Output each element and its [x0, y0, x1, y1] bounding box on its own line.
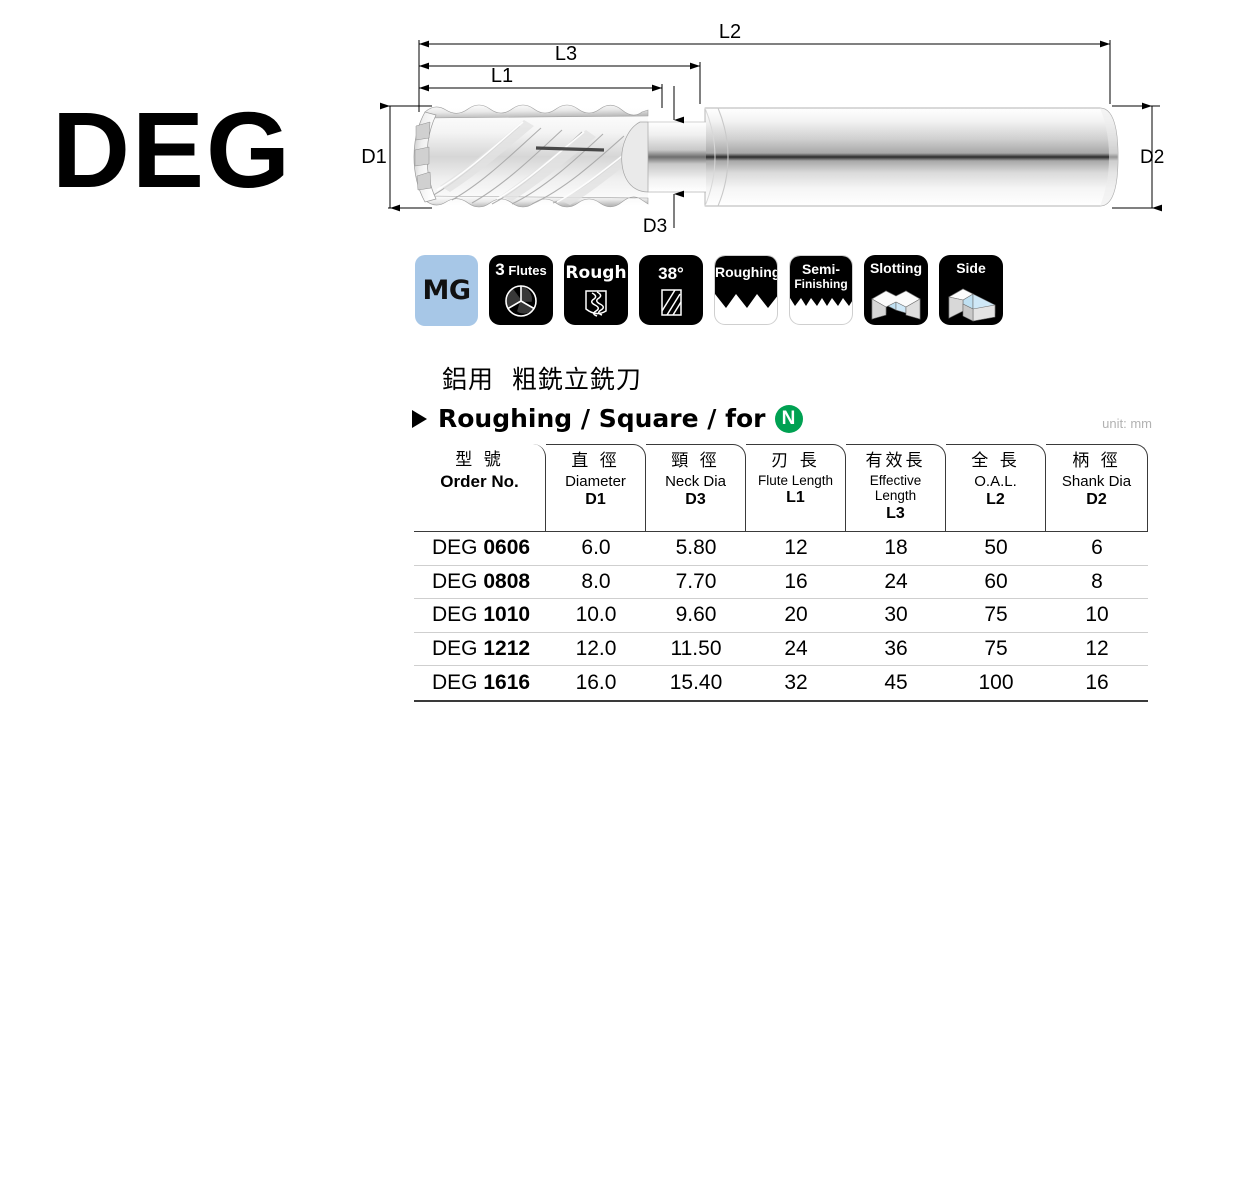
cell-d3: 9.60	[675, 603, 717, 627]
order-no-code: 0808	[483, 569, 531, 593]
cell-order-no: DEG 1010	[414, 603, 546, 627]
cell-d3: 11.50	[670, 636, 722, 660]
cell-l1: 16	[784, 569, 808, 593]
badge-roughing-label: Roughing	[715, 264, 778, 280]
feature-badge-row: MG 3 Flutes Rough 38° Roughing Semi- Fin…	[415, 255, 1003, 326]
dimension-label-d2: D2	[1140, 147, 1164, 168]
cell-l2: 60	[984, 569, 1008, 593]
unit-note: unit: mm	[1102, 416, 1152, 431]
column-header-flute-length: 刃 長 Flute Length L1	[746, 444, 846, 531]
cell-l2: 75	[984, 603, 1008, 627]
badge-3-flutes: 3 Flutes	[489, 255, 553, 325]
cell-l1: 12	[784, 536, 808, 560]
cell-d3: 7.70	[675, 569, 717, 593]
cell-d3: 15.40	[669, 670, 723, 694]
cell-d2: 10	[1085, 603, 1109, 627]
cell-l1: 32	[784, 670, 808, 694]
badge-rough: Rough	[564, 255, 628, 325]
cell-d1: 16.0	[575, 670, 617, 694]
cell-l3: 18	[884, 536, 908, 560]
order-no-prefix: DEG	[432, 636, 484, 660]
badge-side: Side	[939, 255, 1003, 325]
badge-semi-finishing: Semi- Finishing	[789, 255, 853, 325]
badge-semi-finishing-label: Semi- Finishing	[794, 261, 848, 292]
cell-l1: 20	[784, 603, 808, 627]
dimension-label-l3: L3	[555, 43, 577, 65]
order-no-code: 1212	[483, 636, 531, 660]
cell-l3: 30	[884, 603, 908, 627]
order-no-prefix: DEG	[432, 536, 484, 560]
table-body: DEG 0606 6.0 5.80 12 18 50 6 DEG 0808 8.0 7.70 16 2…	[414, 532, 1148, 700]
cell-order-no: DEG 0606	[414, 536, 546, 560]
table-row: DEG 1212 12.0 11.50 24 36 75 12	[414, 633, 1148, 667]
badge-helix-angle: 38°	[639, 255, 703, 325]
badge-slotting: Slotting	[864, 255, 928, 325]
cell-order-no: DEG 1616	[414, 671, 546, 695]
cell-d3: 5.80	[675, 536, 717, 560]
cell-d2: 8	[1091, 569, 1103, 593]
three-flutes-icon	[505, 284, 537, 317]
cell-l3: 24	[884, 569, 908, 593]
cell-d1: 12.0	[575, 636, 617, 660]
badge-mg-label: MG	[422, 275, 471, 306]
column-header-shank-dia: 柄 徑 Shank Dia D2	[1046, 444, 1148, 531]
column-header-diameter: 直 徑 Diameter D1	[546, 444, 646, 531]
cell-l2: 50	[984, 536, 1008, 560]
triangle-bullet-icon	[412, 409, 427, 428]
order-no-code: 1616	[483, 670, 531, 694]
order-no-prefix: DEG	[432, 569, 484, 593]
badge-roughing: Roughing	[714, 255, 778, 325]
cell-order-no: DEG 1212	[414, 637, 546, 661]
product-illustration: DEG L2 L3 L1 D1 D2 D3	[0, 0, 1242, 238]
cell-order-no: DEG 0808	[414, 570, 546, 594]
product-title-english: Roughing / Square / for	[438, 404, 766, 433]
table-row: DEG 0808 8.0 7.70 16 24 60 8	[414, 566, 1148, 600]
cell-l2: 75	[984, 636, 1008, 660]
table-header-row: 型 號 Order No. 直 徑 Diameter D1 頸 徑 Neck D…	[414, 444, 1148, 531]
dimension-label-d1: D1	[361, 146, 387, 168]
dimension-label-l1: L1	[491, 65, 513, 87]
column-header-neck-dia: 頸 徑 Neck Dia D3	[646, 444, 746, 531]
badge-mg: MG	[415, 255, 478, 326]
material-group-badge: N	[774, 404, 803, 433]
cell-d1: 6.0	[581, 536, 611, 560]
cell-d2: 12	[1085, 636, 1109, 660]
cell-d2: 6	[1091, 536, 1103, 560]
table-row: DEG 1616 16.0 15.40 32 45 100 16	[414, 666, 1148, 700]
column-header-effective-length: 有效長 Effective Length L3	[846, 444, 946, 531]
table-row: DEG 0606 6.0 5.80 12 18 50 6	[414, 532, 1148, 566]
order-no-prefix: DEG	[432, 603, 484, 627]
product-title-block: 鋁用 粗銑立銑刀 Roughing / Square / for N unit:…	[412, 360, 1152, 433]
order-no-code: 0606	[483, 536, 531, 560]
order-no-code: 1010	[483, 603, 531, 627]
cell-d1: 8.0	[581, 569, 611, 593]
slotting-block-icon	[871, 290, 921, 320]
dimension-label-d3: D3	[643, 216, 667, 237]
cell-d1: 10.0	[575, 603, 617, 627]
cell-l3: 45	[884, 670, 908, 694]
cell-l2: 100	[978, 670, 1014, 694]
cell-l1: 24	[784, 636, 808, 660]
side-step-block-icon	[948, 288, 996, 322]
specification-table: 型 號 Order No. 直 徑 Diameter D1 頸 徑 Neck D…	[414, 444, 1148, 702]
table-bottom-rule	[414, 699, 1148, 702]
table-row: DEG 1010 10.0 9.60 20 30 75 10	[414, 599, 1148, 633]
cell-l3: 36	[884, 636, 908, 660]
end-mill-technical-drawing: L2 L3 L1 D1 D2 D3	[361, 21, 1164, 237]
column-header-order-no: 型 號 Order No.	[414, 444, 546, 531]
dimension-label-l2: L2	[719, 21, 741, 43]
helix-angle-icon	[661, 289, 682, 316]
cell-d2: 16	[1085, 670, 1109, 694]
column-header-oal: 全 長 O.A.L. L2	[946, 444, 1046, 531]
order-no-prefix: DEG	[432, 670, 484, 694]
serrated-flute-icon	[585, 290, 607, 317]
product-title-chinese: 鋁用 粗銑立銑刀	[442, 365, 642, 394]
